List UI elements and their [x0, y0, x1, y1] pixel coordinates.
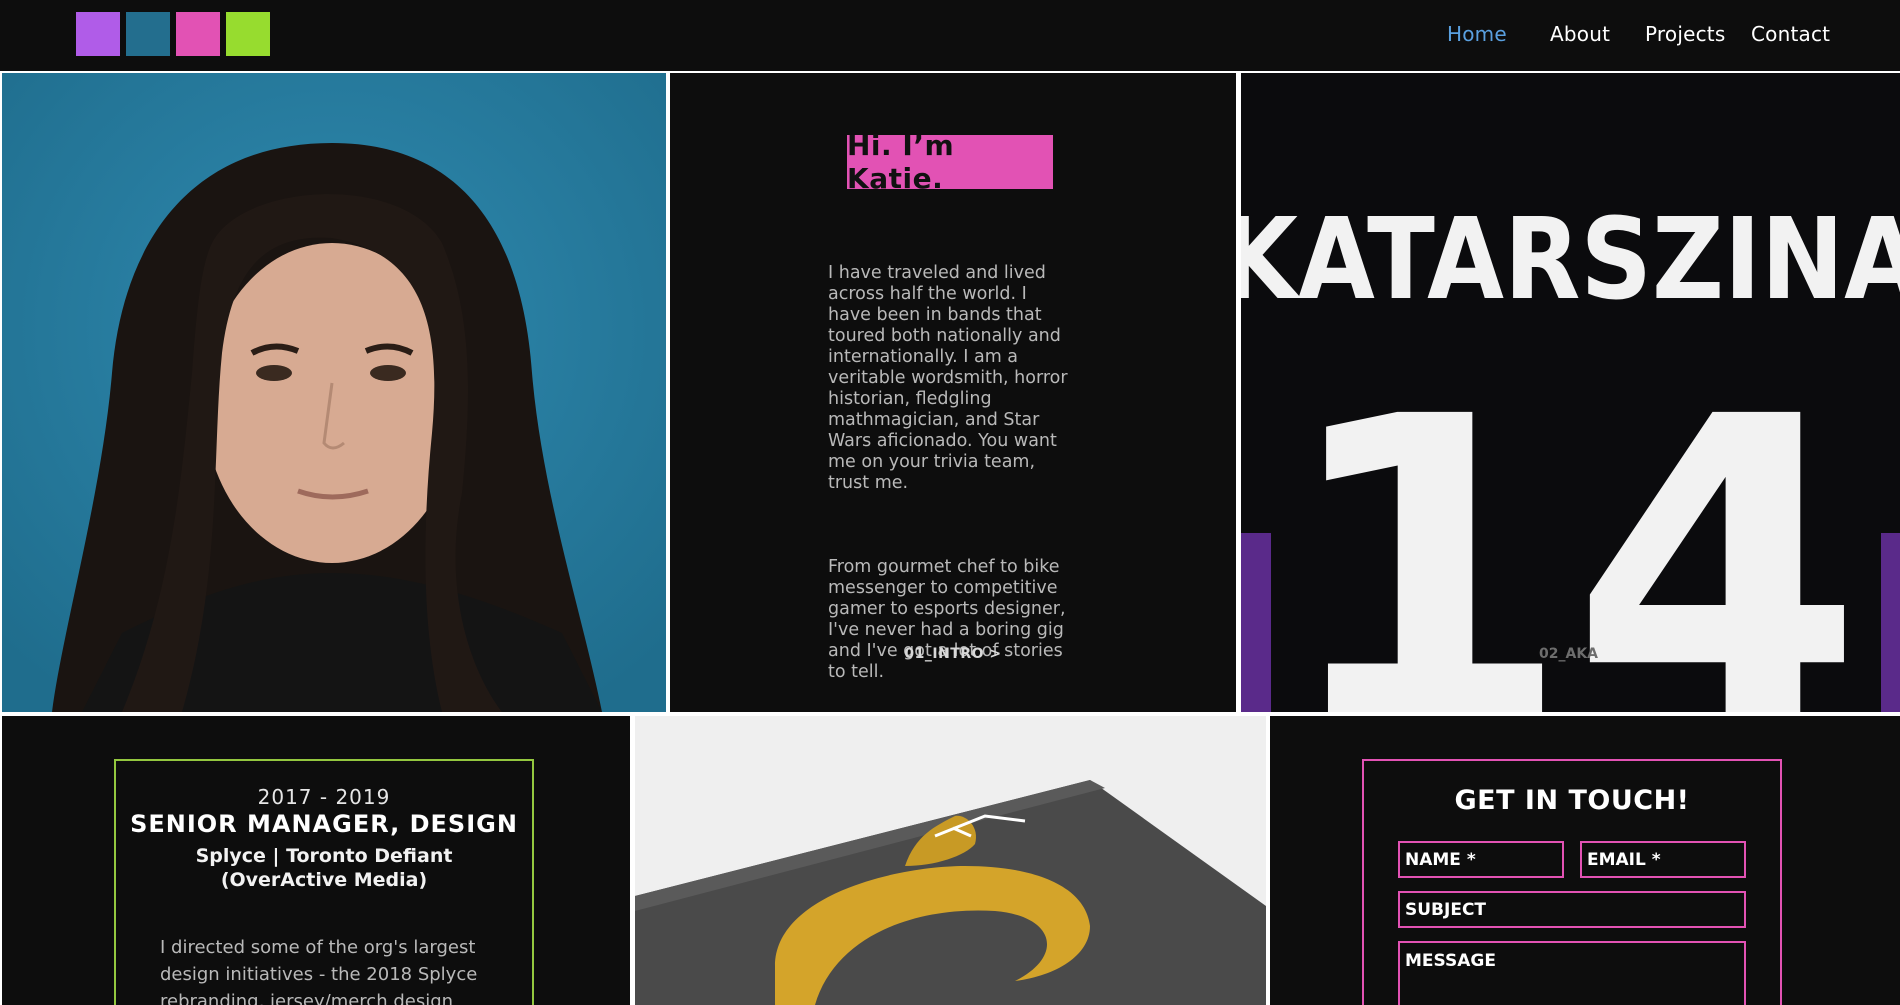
jersey-name: KATARSZINA	[1241, 195, 1900, 325]
intro-bio: I have traveled and lived across half th…	[828, 221, 1073, 712]
splyce-logo-image	[635, 716, 1266, 1005]
name-field[interactable]	[1398, 841, 1564, 878]
job-card: 2017 - 2019 SENIOR MANAGER, DESIGN Splyc…	[114, 759, 534, 1005]
jersey-photo: KATARSZINA 14 02_AKA	[1241, 73, 1900, 712]
nav-home[interactable]: Home	[1447, 22, 1507, 46]
job-company-line-2: (OverActive Media)	[220, 869, 428, 891]
nav-contact[interactable]: Contact	[1751, 22, 1830, 46]
email-field[interactable]	[1580, 841, 1746, 878]
intro-panel: Hi. I’m Katie. I have traveled and lived…	[670, 73, 1236, 712]
jersey-illustration: KATARSZINA 14	[1241, 73, 1900, 712]
intro-heading: Hi. I’m Katie.	[847, 129, 1053, 195]
main-nav: Home About Projects Contact	[0, 0, 1900, 71]
job-description: I directed some of the org's largest des…	[160, 937, 478, 1005]
contact-form: GET IN TOUCH!	[1362, 759, 1782, 1005]
portrait-photo	[2, 73, 666, 712]
job-years: 2017 - 2019	[257, 785, 391, 809]
subject-field[interactable]	[1398, 891, 1746, 928]
intro-paragraph-1: I have traveled and lived across half th…	[828, 263, 1074, 493]
jersey-caption[interactable]: 02_AKA	[1539, 646, 1598, 662]
site-header: Home About Projects Contact	[0, 0, 1900, 71]
message-field[interactable]	[1398, 941, 1746, 1005]
nav-projects[interactable]: Projects	[1645, 22, 1725, 46]
contact-panel: GET IN TOUCH!	[1270, 716, 1900, 1005]
job-panel: 2017 - 2019 SENIOR MANAGER, DESIGN Splyc…	[2, 716, 630, 1005]
intro-next-link[interactable]: 01_INTRO >	[670, 646, 1236, 662]
intro-paragraph-2: From gourmet chef to bike messenger to c…	[828, 557, 1072, 682]
job-company-line-1: Splyce | Toronto Defiant	[195, 845, 453, 867]
job-company: Splyce | Toronto Defiant (OverActive Med…	[116, 844, 532, 892]
nav-about[interactable]: About	[1550, 22, 1610, 46]
splyce-serpent-illustration	[635, 716, 1266, 1005]
contact-heading: GET IN TOUCH!	[1454, 785, 1690, 816]
job-title: SENIOR MANAGER, DESIGN	[130, 810, 518, 838]
portrait-illustration	[2, 73, 666, 712]
